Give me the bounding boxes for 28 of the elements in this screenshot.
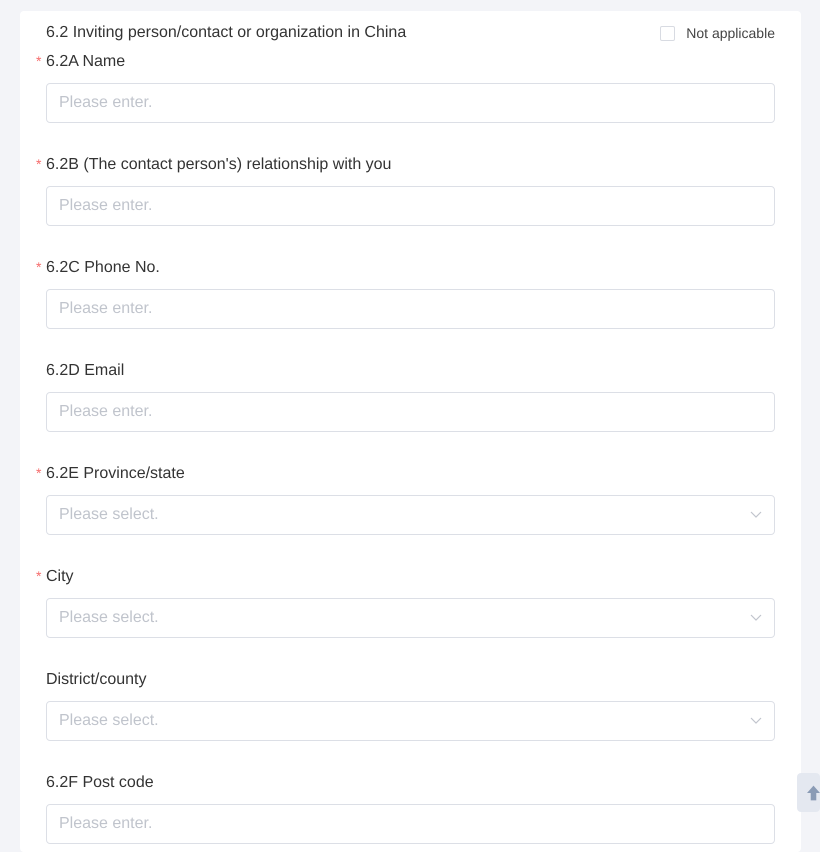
field-label: 6.2B (The contact person's) relationship with you <box>46 156 392 173</box>
required-mark: * <box>36 52 42 71</box>
select-field[interactable]: Please select. <box>46 495 775 535</box>
chevron-down-icon <box>750 614 762 622</box>
field-label: 6.2D Email <box>46 362 124 379</box>
arrow-up-icon <box>807 784 820 800</box>
field-label: City <box>46 568 74 585</box>
required-mark: * <box>36 258 42 277</box>
field-label: 6.2F Post code <box>46 774 154 791</box>
input-field[interactable]: Please enter. <box>46 392 775 432</box>
field-label: 6.2C Phone No. <box>46 259 160 276</box>
back-to-top-button[interactable] <box>797 773 820 812</box>
input-field[interactable]: Please enter. <box>46 289 775 329</box>
chevron-down-icon <box>750 717 762 725</box>
input-field[interactable]: Please enter. <box>46 83 775 123</box>
select-field[interactable]: Please select. <box>46 701 775 741</box>
field-label: 6.2E Province/state <box>46 465 185 482</box>
not-applicable-checkbox[interactable]: Not applicable <box>660 25 775 41</box>
chevron-down-icon <box>750 511 762 519</box>
required-mark: * <box>36 155 42 174</box>
select-field[interactable]: Please select. <box>46 598 775 638</box>
field-label: 6.2A Name <box>46 53 126 70</box>
section-title: 6.2 Inviting person/contact or organization in China <box>46 24 406 42</box>
required-mark: * <box>36 464 42 483</box>
input-field[interactable]: Please enter. <box>46 186 775 226</box>
required-mark: * <box>36 567 42 586</box>
field-label: District/county <box>46 671 146 688</box>
input-field[interactable]: Please enter. <box>46 804 775 844</box>
